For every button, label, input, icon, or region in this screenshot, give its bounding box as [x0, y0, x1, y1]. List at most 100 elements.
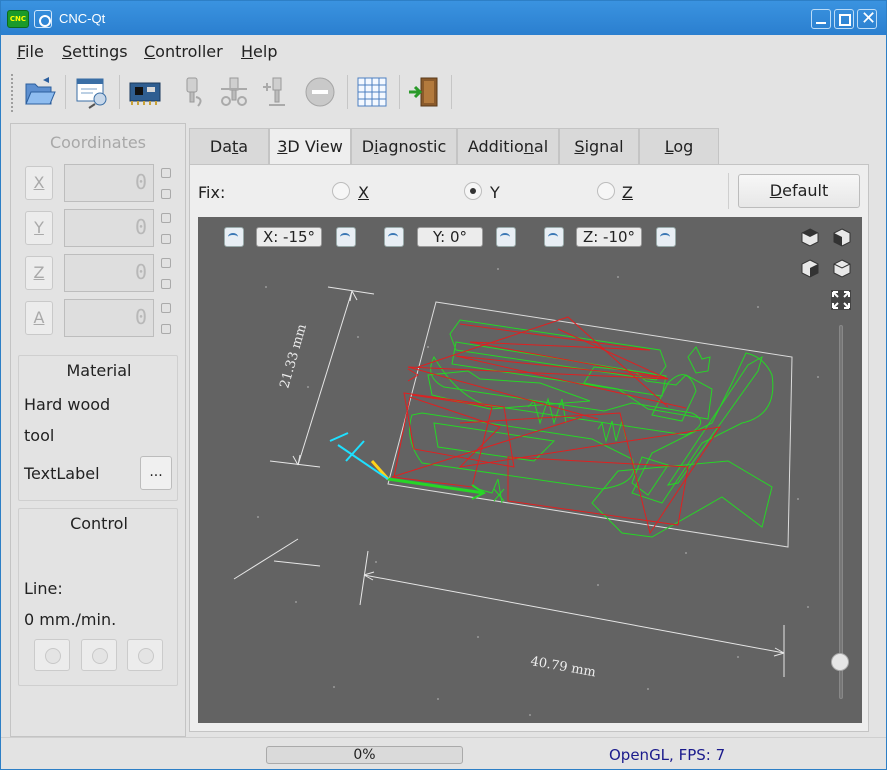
- title-bar[interactable]: CNC CNC-Qt ✕: [1, 1, 886, 35]
- coord-x-limit-led: [161, 168, 171, 178]
- rotate-y-left-button[interactable]: [384, 227, 404, 247]
- close-icon: ✕: [861, 8, 877, 29]
- coord-a-limit-led: [161, 303, 171, 313]
- background-dots: [257, 268, 819, 716]
- toolbar-grip[interactable]: [10, 73, 14, 113]
- coord-x-button[interactable]: X: [25, 166, 53, 200]
- pause-button[interactable]: [81, 639, 117, 671]
- stop-icon[interactable]: [303, 75, 337, 109]
- tab-diagnostic[interactable]: Diagnostic: [351, 128, 457, 164]
- fix-x-label[interactable]: X: [358, 183, 369, 202]
- spindle-down-icon[interactable]: [176, 75, 210, 109]
- coordinates-group: Coordinates X 0 Y 0 Z 0 A 0: [18, 128, 178, 348]
- close-button[interactable]: ✕: [857, 8, 877, 29]
- toolbar-separator: [119, 75, 120, 109]
- control-speed: 0 mm./min.: [24, 610, 117, 629]
- coord-a-display: 0: [64, 299, 154, 337]
- tab-data[interactable]: Data: [189, 128, 269, 164]
- rapid-moves: [391, 316, 722, 535]
- zoom-slider-handle[interactable]: [831, 653, 849, 671]
- fix-z-radio[interactable]: [597, 182, 615, 200]
- coord-z-button[interactable]: Z: [25, 256, 53, 290]
- rotate-z-left-button[interactable]: [544, 227, 564, 247]
- coord-y-limit-led: [161, 234, 171, 244]
- dimension-z: [233, 538, 321, 580]
- material-tool: tool: [24, 426, 55, 445]
- coord-y-display: 0: [64, 209, 154, 247]
- fix-x-radio[interactable]: [332, 182, 350, 200]
- control-line-label: Line:: [24, 579, 63, 598]
- view-top-cube-icon[interactable]: [800, 227, 820, 247]
- rotation-z-label: Z: -10°: [576, 227, 642, 247]
- app-icon: CNC: [7, 10, 29, 28]
- origin-axes: [329, 432, 505, 502]
- rotate-x-right-button[interactable]: [336, 227, 356, 247]
- tab-signal[interactable]: Signal: [559, 128, 639, 164]
- zoom-slider-track[interactable]: [839, 325, 843, 699]
- coord-a-limit-led: [161, 324, 171, 334]
- dimension-x: [359, 550, 785, 677]
- rotate-x-left-button[interactable]: [224, 227, 244, 247]
- coord-z-limit-led: [161, 258, 171, 268]
- fix-y-radio[interactable]: [464, 182, 482, 200]
- coord-y-limit-led: [161, 213, 171, 223]
- menu-controller[interactable]: Controller: [144, 42, 223, 61]
- coord-a-button[interactable]: A: [25, 301, 53, 335]
- toolbar: [1, 67, 886, 117]
- menu-file[interactable]: File: [17, 42, 44, 61]
- toolpath-canvas[interactable]: 21.33 mm 40.79 mm: [198, 217, 862, 723]
- coordinates-title: Coordinates: [49, 133, 147, 152]
- main-window: CNC CNC-Qt ✕ File Settings Controller He…: [0, 0, 887, 770]
- view-left-cube-icon[interactable]: [800, 258, 820, 278]
- material-title: Material: [66, 361, 132, 380]
- default-view-button[interactable]: Default: [738, 174, 860, 208]
- toolbar-separator: [347, 75, 348, 109]
- toolbar-separator: [399, 75, 400, 109]
- 3d-view-panel: Fix: X Y Z Default 21.33 mm 40.79 mm X: …: [189, 164, 869, 732]
- menu-settings[interactable]: Settings: [62, 42, 128, 61]
- gl-viewport[interactable]: 21.33 mm 40.79 mm X: -15° Y: 0° Z: -10°: [198, 217, 862, 723]
- material-browse-button[interactable]: ...: [140, 456, 172, 490]
- rotate-z-right-button[interactable]: [656, 227, 676, 247]
- left-panel: Coordinates X 0 Y 0 Z 0 A 0 Material Har…: [10, 123, 186, 737]
- tab-additional[interactable]: Additional: [457, 128, 559, 164]
- rotation-y-label: Y: 0°: [417, 227, 483, 247]
- tool-probe-icon[interactable]: [259, 75, 293, 109]
- window-title: CNC-Qt: [59, 11, 106, 26]
- open-file-icon[interactable]: [23, 75, 57, 109]
- fix-y-label[interactable]: Y: [490, 183, 500, 202]
- fit-view-icon[interactable]: [831, 290, 851, 310]
- grid-icon[interactable]: [355, 75, 389, 109]
- rotate-y-right-button[interactable]: [496, 227, 516, 247]
- coord-y-button[interactable]: Y: [25, 211, 53, 245]
- menu-bar: File Settings Controller Help: [1, 35, 886, 67]
- material-name: Hard wood: [24, 395, 111, 414]
- stop-button[interactable]: [127, 639, 163, 671]
- status-bar: 0% OpenGL, FPS: 7: [1, 737, 886, 769]
- minimize-button[interactable]: [811, 9, 831, 29]
- tool-move-icon[interactable]: [217, 75, 251, 109]
- settings-icon[interactable]: [75, 75, 109, 109]
- maximize-button[interactable]: [834, 9, 854, 29]
- play-button[interactable]: [34, 639, 70, 671]
- material-group: Material Hard wood tool TextLabel ...: [18, 355, 178, 501]
- fix-z-label[interactable]: Z: [622, 183, 633, 202]
- coord-x-limit-led: [161, 189, 171, 199]
- exit-door-icon[interactable]: [407, 75, 441, 109]
- control-title: Control: [70, 514, 128, 533]
- menu-help[interactable]: Help: [241, 42, 277, 61]
- tab-3d-view[interactable]: 3D View: [269, 128, 351, 166]
- toolbar-separator: [451, 75, 452, 109]
- cut-toolpaths: [409, 319, 774, 538]
- fps-label: OpenGL, FPS: 7: [609, 746, 726, 764]
- view-front-cube-icon[interactable]: [832, 227, 852, 247]
- controller-board-icon[interactable]: [128, 75, 162, 109]
- material-text-label: TextLabel: [24, 464, 100, 483]
- window-pin-icon[interactable]: [34, 10, 52, 28]
- coord-z-display: 0: [64, 254, 154, 292]
- toolbar-separator: [65, 75, 66, 109]
- dimension-x-label: 40.79 mm: [529, 654, 597, 680]
- fix-label: Fix:: [198, 183, 226, 202]
- view-iso-cube-icon[interactable]: [832, 258, 852, 278]
- tab-log[interactable]: Log: [639, 128, 719, 164]
